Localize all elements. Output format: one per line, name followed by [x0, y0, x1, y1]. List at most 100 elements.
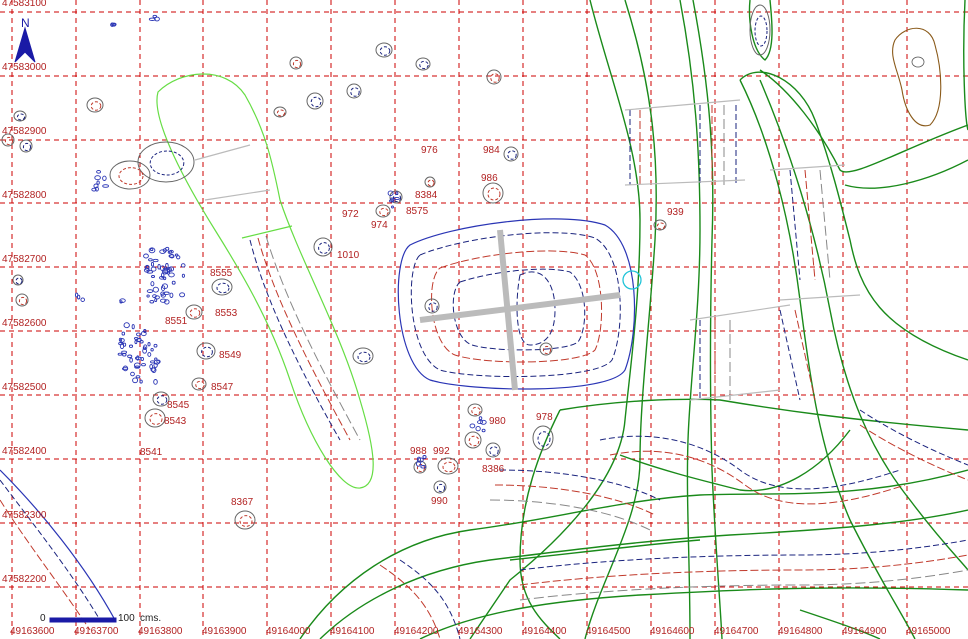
mound-contour: [90, 101, 102, 111]
cluster-dot: [148, 258, 153, 262]
cluster-dot: [102, 184, 109, 188]
cluster-dot: [420, 465, 427, 469]
mound-contour: [379, 46, 391, 56]
cluster-dot: [76, 294, 81, 300]
easting-label: 49164200: [394, 626, 439, 637]
cluster-dot: [122, 353, 127, 357]
northing-label: 47582700: [2, 254, 47, 265]
cluster-dot: [121, 331, 126, 336]
brown-outline: [892, 27, 942, 127]
dashed-contours: [0, 105, 968, 639]
survey-map: 976 984 986 8384 8575 972 974 939 1010 8555 8551 85…: [0, 0, 968, 639]
coordinate-grid: [0, 0, 968, 639]
light-green-outline: [156, 73, 374, 489]
mound-contour: [22, 142, 32, 152]
cluster-dot: [96, 180, 100, 185]
site-label: 8551: [165, 316, 188, 327]
site-label: 984: [483, 145, 500, 156]
green-contour-line: [963, 0, 968, 131]
cluster-dot: [391, 205, 394, 209]
northing-label: 47582500: [2, 382, 47, 393]
cluster-dot: [478, 416, 483, 421]
dashed-contour-line: [859, 424, 968, 481]
mound-contour: [490, 73, 500, 83]
road-segments: [194, 99, 861, 401]
cluster-dot: [477, 420, 484, 425]
mound-contour: [487, 187, 501, 201]
cluster-dot: [159, 249, 166, 254]
mound-contour: [442, 461, 456, 473]
site-label: 8541: [140, 447, 163, 458]
green-contour-line: [619, 429, 851, 492]
mound-contour: [292, 59, 302, 69]
scale-start-label: 0: [40, 613, 46, 624]
cluster-dot: [146, 294, 150, 298]
dashed-contour-line: [859, 409, 968, 466]
cluster-dot: [153, 343, 158, 348]
cluster-dot: [123, 322, 130, 329]
road-edge: [624, 99, 741, 111]
cluster-dot: [146, 289, 154, 293]
cluster-dot: [150, 248, 154, 252]
site-label: 978: [536, 412, 553, 423]
dashed-contour-line: [779, 309, 801, 401]
cluster-dot: [150, 347, 154, 352]
cluster-dot: [147, 342, 151, 347]
cluster-dot: [135, 375, 141, 379]
mound-contour: [18, 296, 28, 306]
mound-outline: [306, 92, 324, 110]
scale-bar-fill: [50, 618, 116, 622]
dashed-contour-line: [494, 484, 656, 516]
cluster-dot: [150, 275, 156, 278]
cluster-dot: [130, 371, 135, 377]
dashed-contour-line: [0, 469, 116, 621]
axis-labels: 49163600 49163700 49163800 49163900 49164000…: [2, 0, 951, 637]
cluster-dot: [150, 261, 155, 267]
northing-label: 47582900: [2, 126, 47, 137]
northing-label: 47583000: [2, 62, 47, 73]
mound-contour: [419, 60, 429, 70]
easting-label: 49164600: [650, 626, 695, 637]
site-label: 8386: [482, 464, 505, 475]
north-arrow-shape: [14, 26, 36, 63]
easting-label: 49164800: [778, 626, 823, 637]
easting-label: 49164300: [458, 626, 503, 637]
site-labels: 976 984 986 8384 8575 972 974 939 1010 8555 8551 85…: [140, 145, 684, 508]
dashed-contour-line: [819, 169, 831, 281]
site-label: 988: [410, 446, 427, 457]
blue-clusters: [74, 14, 487, 469]
site-label: 986: [481, 173, 498, 184]
dashed-contour-line: [257, 237, 351, 441]
site-label: 939: [667, 207, 684, 218]
mound-outline: [144, 408, 166, 428]
northing-label: 47582200: [2, 574, 47, 585]
cluster-dot: [152, 258, 159, 263]
cluster-dot: [167, 250, 173, 254]
site-label: 8555: [210, 268, 233, 279]
cluster-dot: [179, 292, 186, 298]
scale-end-label: 100: [118, 613, 135, 624]
mound-contour: [754, 15, 768, 47]
easting-label: 49164400: [522, 626, 567, 637]
cluster-dot: [132, 377, 139, 384]
site-label: 980: [489, 416, 506, 427]
cluster-dot: [169, 292, 174, 298]
cluster-dot: [152, 286, 159, 293]
easting-label: 49165000: [906, 626, 951, 637]
mound-contour: [15, 277, 23, 285]
green-contour-line: [584, 0, 657, 639]
cluster-dot: [157, 263, 161, 270]
cluster-dot: [168, 272, 175, 278]
map-root: 976 984 986 8384 8575 972 974 939 1010 8555 8551 85…: [0, 0, 968, 639]
mound-contour: [350, 87, 360, 97]
dashed-contour-line: [249, 239, 341, 441]
road-edge: [769, 164, 846, 171]
mound-contour: [436, 483, 446, 493]
site-label: 992: [433, 446, 450, 457]
cluster-dot: [141, 363, 146, 367]
enclosure-road: [419, 292, 621, 323]
mound-contour: [195, 380, 205, 390]
site-label: 972: [342, 209, 359, 220]
mound-outline: [234, 510, 256, 530]
central-enclosure: [397, 218, 636, 391]
